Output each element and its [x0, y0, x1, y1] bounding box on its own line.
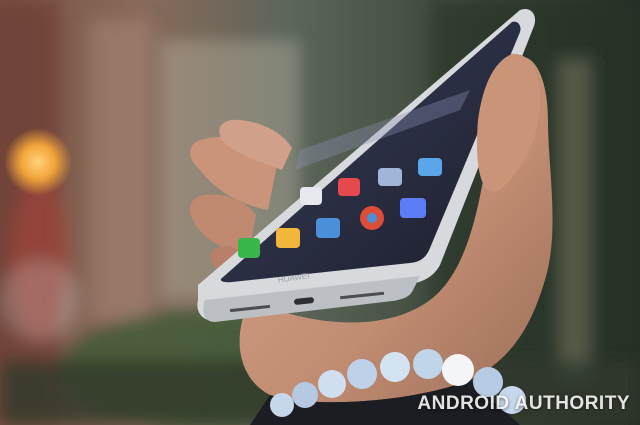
camera-icon: [300, 187, 322, 205]
watermark-text: ANDROID AUTHORITY: [417, 393, 630, 414]
photo-scene: HUAWEI ANDROID AUTHORITY: [0, 0, 640, 425]
browser-icon: [400, 198, 426, 218]
phone-icon: [238, 238, 260, 258]
messages-icon: [316, 218, 340, 238]
gallery-icon: [378, 168, 402, 186]
mail-icon: [276, 228, 300, 248]
chrome-icon-center: [367, 213, 377, 223]
weather-icon: [418, 158, 442, 176]
light-bokeh: [4, 128, 72, 196]
photo-illustration: HUAWEI: [0, 0, 640, 425]
video-icon: [338, 178, 360, 196]
